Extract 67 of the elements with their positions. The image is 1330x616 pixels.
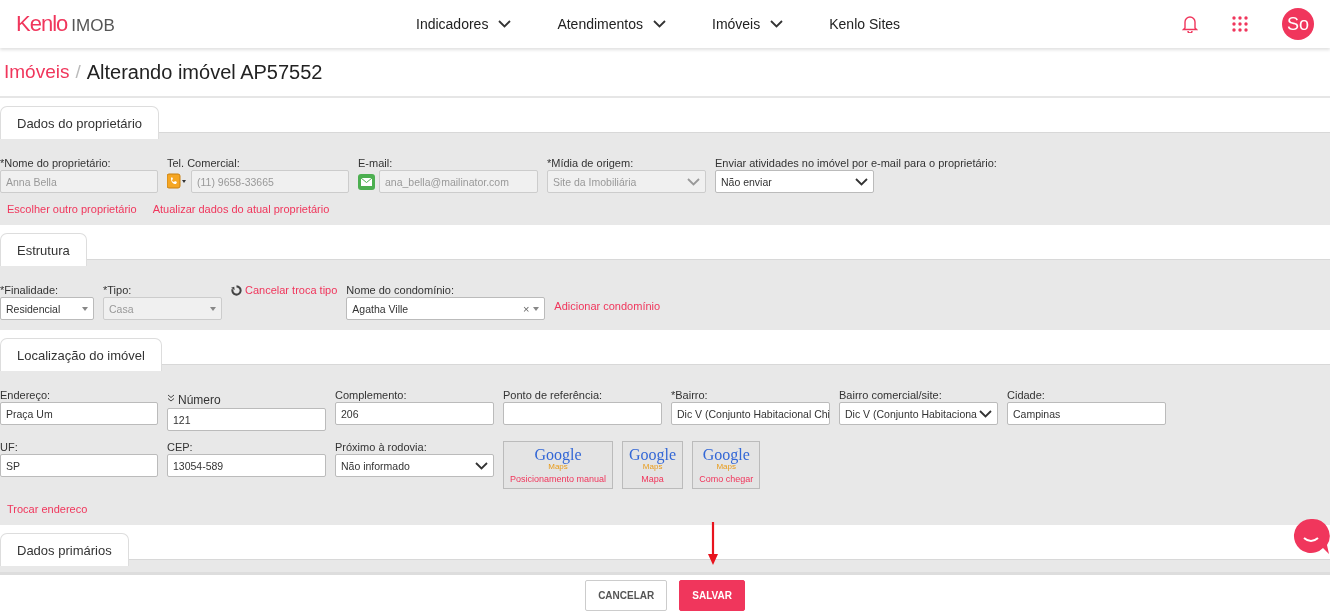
input-field[interactable]: SP: [0, 454, 158, 477]
phone-dropdown-icon[interactable]: [167, 173, 187, 190]
logo[interactable]: Kenlo IMOB: [16, 11, 416, 37]
field-label: Número: [178, 393, 221, 407]
field-label: *Finalidade:: [0, 284, 60, 296]
chevron-down-icon: [475, 461, 488, 470]
chevron-down-icon: [498, 20, 512, 28]
select-field[interactable]: Agatha Ville ×: [346, 297, 546, 320]
field-label: Próximo à rodovia:: [335, 441, 428, 453]
input-field[interactable]: Dic V (Conjunto Habitacional Chi: [671, 402, 830, 425]
nav-menu[interactable]: Indicadores: [416, 16, 512, 32]
field-label: Nome do condomínio:: [346, 284, 455, 296]
map-button[interactable]: Google Maps Posicionamento manual: [503, 441, 614, 489]
clear-icon[interactable]: ×: [522, 302, 530, 315]
caret-icon: [533, 306, 540, 311]
field-label: E-mail:: [358, 157, 394, 169]
chevron-down-icon: [979, 409, 992, 418]
page-title: Alterando imóvel AP57552: [86, 60, 323, 84]
chevron-down-icon: [855, 177, 868, 186]
input-field[interactable]: 13054-589: [167, 454, 326, 477]
map-logo: Google: [702, 446, 750, 463]
breadcrumb-link[interactable]: Imóveis: [4, 61, 70, 83]
input-field[interactable]: [503, 402, 662, 425]
mail-icon: [358, 173, 375, 190]
caret-icon: [210, 306, 216, 311]
map-button[interactable]: Google Maps Mapa: [622, 441, 684, 489]
chevron-down-icon: [687, 177, 700, 186]
chevron-down-icon: [653, 20, 666, 28]
select-field[interactable]: Não enviar: [715, 170, 874, 193]
field-label: UF:: [0, 441, 19, 453]
annotation-arrow-icon: [707, 522, 719, 566]
nav-menu[interactable]: Kenlo Sites: [829, 16, 901, 32]
map-logo: Google: [629, 446, 677, 463]
field-label: *Nome do proprietário:: [0, 157, 112, 169]
save-button[interactable]: SALVAR: [679, 580, 745, 611]
undo-icon: [231, 284, 242, 296]
field-label: *Bairro:: [671, 389, 709, 401]
avatar[interactable]: So: [1282, 8, 1314, 40]
select-field[interactable]: Não informado: [335, 454, 494, 477]
bell-icon[interactable]: [1182, 15, 1198, 33]
field-label: Ponto de referência:: [503, 389, 604, 401]
field-label: Complemento:: [335, 389, 408, 401]
chevron-down-icon: [770, 20, 784, 28]
select-field[interactable]: Dic V (Conjunto Habitaciona: [839, 402, 998, 425]
nav-menu[interactable]: Atendimentos: [557, 16, 666, 32]
field-label: *Mídia de origem:: [547, 157, 635, 169]
input-field[interactable]: Praça Um: [0, 402, 158, 425]
field-label: CEP:: [167, 441, 194, 453]
field-label: Endereço:: [0, 389, 52, 401]
nav-menu[interactable]: Imóveis: [712, 16, 784, 32]
apps-grid-icon[interactable]: [1232, 16, 1248, 32]
caret-icon: [82, 306, 88, 311]
breadcrumb-separator: /: [75, 61, 81, 83]
map-button[interactable]: Google Maps Como chegar: [692, 441, 761, 489]
field-label: Cidade:: [1007, 389, 1046, 401]
field-label: *Tipo:: [103, 284, 133, 296]
map-logo: Google: [534, 446, 582, 463]
cancel-button[interactable]: CANCELAR: [585, 580, 668, 611]
field-label: Bairro comercial/site:: [839, 389, 943, 401]
select-field[interactable]: Residencial: [0, 297, 94, 320]
input-field[interactable]: 206: [335, 402, 494, 425]
input-field[interactable]: 121: [167, 408, 326, 431]
double-chevron-icon: [167, 394, 175, 402]
chat-bubble-icon[interactable]: [1292, 518, 1330, 556]
field-label: Tel. Comercial:: [167, 157, 241, 169]
field-label: Enviar atividades no imóvel por e-mail para o proprietário:: [715, 157, 997, 169]
input-field[interactable]: Campinas: [1007, 402, 1166, 425]
